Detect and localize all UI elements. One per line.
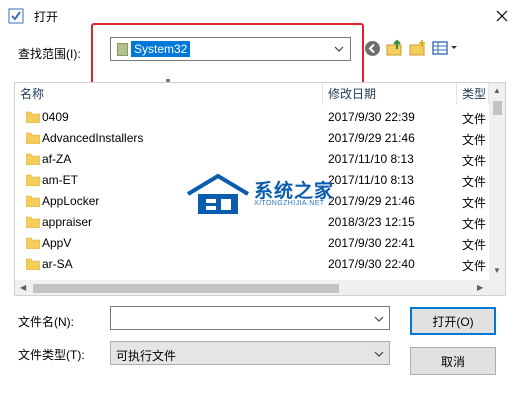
list-item[interactable]: AppLocker 2017/9/29 21:46 文件 xyxy=(15,191,489,212)
list-item[interactable]: appraiser 2018/3/23 12:15 文件 xyxy=(15,212,489,233)
folder-icon xyxy=(26,153,40,165)
file-type: 文件 xyxy=(462,133,487,147)
chevron-down-icon xyxy=(374,351,384,357)
list-item[interactable]: AppV 2017/9/30 22:41 文件 xyxy=(15,233,489,254)
view-menu-button[interactable] xyxy=(432,38,458,58)
file-name: AppV xyxy=(42,236,72,250)
filetype-dropdown[interactable]: 可执行文件 xyxy=(110,341,390,365)
column-header-type[interactable]: 类型 xyxy=(457,83,489,105)
column-header-name[interactable]: 名称 xyxy=(15,83,323,105)
open-button[interactable]: 打开(O) xyxy=(410,307,496,335)
folder-icon xyxy=(117,43,128,56)
file-type: 文件 xyxy=(462,238,487,252)
scroll-down-icon[interactable]: ▼ xyxy=(493,267,501,275)
close-icon xyxy=(496,10,508,22)
file-type: 文件 xyxy=(462,112,487,126)
horizontal-scrollbar[interactable]: ◀ ▶ xyxy=(15,280,505,295)
file-type: 文件 xyxy=(462,196,487,210)
lookin-value: System32 xyxy=(131,41,191,57)
file-type: 文件 xyxy=(462,217,487,231)
scroll-right-icon[interactable]: ▶ xyxy=(477,284,483,292)
vertical-scrollbar[interactable]: ▲ ▼ xyxy=(489,83,505,280)
scroll-up-icon[interactable]: ▲ xyxy=(493,87,501,95)
chevron-down-icon xyxy=(334,46,344,52)
filename-label: 文件名(N): xyxy=(18,315,74,329)
filename-input[interactable] xyxy=(110,306,390,330)
folder-icon xyxy=(26,174,40,186)
file-date: 2017/9/30 22:41 xyxy=(328,236,415,250)
lookin-dropdown[interactable]: System32 xyxy=(110,37,351,61)
folder-icon xyxy=(26,111,40,123)
list-item[interactable]: ar-SA 2017/9/30 22:40 文件 xyxy=(15,254,489,275)
lookin-label: 查找范围(I): xyxy=(18,47,81,61)
list-item[interactable]: 0409 2017/9/30 22:39 文件 xyxy=(15,107,489,128)
filetype-value: 可执行文件 xyxy=(116,349,177,363)
file-list[interactable]: 名称 修改日期 类型 0409 2017/9/30 22:39 文件 Advan… xyxy=(14,82,506,296)
up-folder-button[interactable] xyxy=(385,38,405,58)
folder-icon xyxy=(26,132,40,144)
file-name: 0409 xyxy=(42,110,69,124)
title-bar: 打开 xyxy=(0,0,524,32)
file-date: 2017/9/30 22:40 xyxy=(328,257,415,271)
new-folder-button[interactable] xyxy=(408,38,428,58)
filetype-label: 文件类型(T): xyxy=(18,348,85,362)
file-type: 文件 xyxy=(462,154,487,168)
file-date: 2017/11/10 8:13 xyxy=(328,173,414,187)
close-button[interactable] xyxy=(484,2,520,30)
file-type: 文件 xyxy=(462,259,487,273)
list-item[interactable]: af-ZA 2017/11/10 8:13 文件 xyxy=(15,149,489,170)
file-date: 2017/11/10 8:13 xyxy=(328,152,414,166)
file-name: AdvancedInstallers xyxy=(42,131,144,145)
column-header-date[interactable]: 修改日期 xyxy=(323,83,457,105)
back-icon xyxy=(364,40,380,56)
view-menu-icon xyxy=(432,41,457,55)
folder-icon xyxy=(26,216,40,228)
scrollbar-thumb[interactable] xyxy=(33,284,339,293)
window-title: 打开 xyxy=(34,10,59,24)
file-name: ar-SA xyxy=(42,257,73,271)
folder-icon xyxy=(26,258,40,270)
scrollbar-thumb[interactable] xyxy=(493,101,502,115)
new-folder-icon xyxy=(409,40,425,56)
file-name: appraiser xyxy=(42,215,93,229)
file-date: 2017/9/29 21:46 xyxy=(328,131,415,145)
back-button[interactable] xyxy=(363,38,381,58)
chevron-down-icon[interactable] xyxy=(374,312,384,326)
scroll-left-icon[interactable]: ◀ xyxy=(20,284,26,292)
list-item[interactable]: AdvancedInstallers 2017/9/29 21:46 文件 xyxy=(15,128,489,149)
up-folder-icon xyxy=(386,39,402,56)
file-date: 2017/9/29 21:46 xyxy=(328,194,415,208)
list-item[interactable]: am-ET 2017/11/10 8:13 文件 xyxy=(15,170,489,191)
file-name: am-ET xyxy=(42,173,78,187)
file-name: AppLocker xyxy=(42,194,100,208)
folder-icon xyxy=(26,237,40,249)
app-icon xyxy=(8,8,24,24)
file-date: 2017/9/30 22:39 xyxy=(328,110,415,124)
file-date: 2018/3/23 12:15 xyxy=(328,215,415,229)
file-name: af-ZA xyxy=(42,152,72,166)
cancel-button[interactable]: 取消 xyxy=(410,347,496,375)
folder-icon xyxy=(26,195,40,207)
file-type: 文件 xyxy=(462,175,487,189)
